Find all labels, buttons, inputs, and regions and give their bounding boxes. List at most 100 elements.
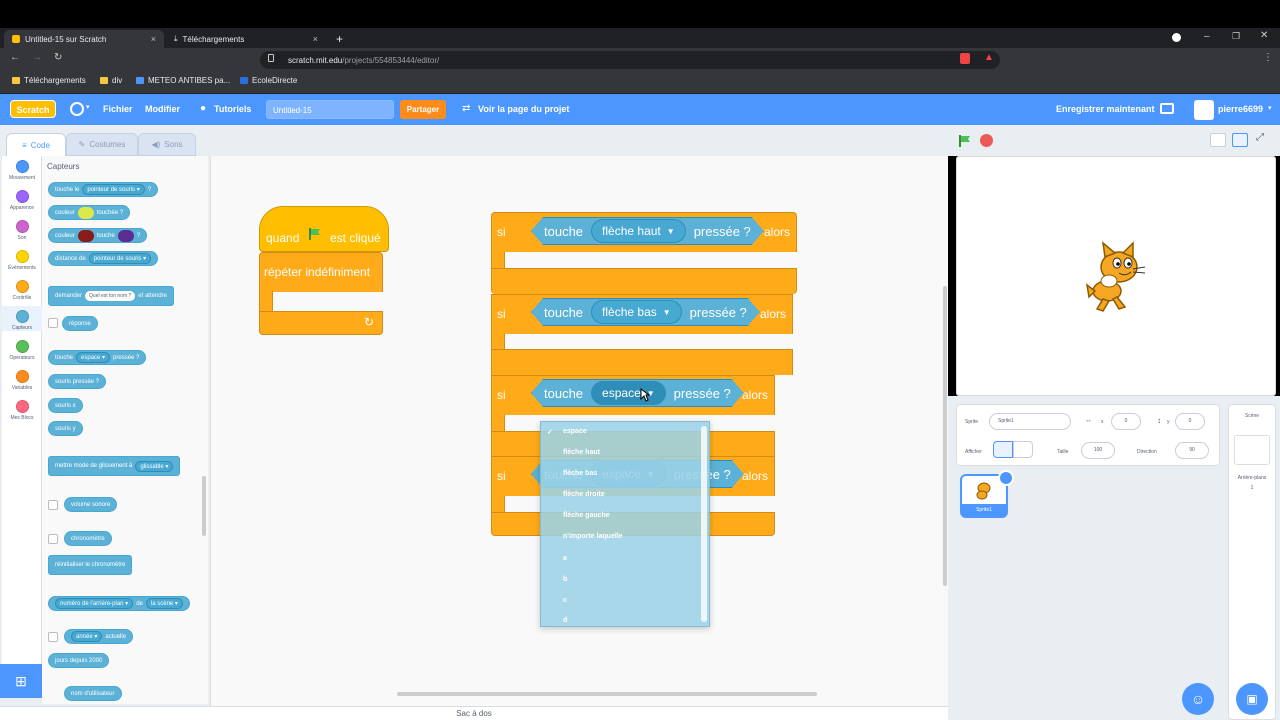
tab-costumes[interactable]: ✎ Costumes — [66, 133, 138, 156]
category-sensing[interactable]: Capteurs — [2, 306, 42, 331]
block-dropdown[interactable]: pointeur de souris ▾ — [82, 184, 145, 195]
menu-edit[interactable]: Modifier — [145, 104, 180, 114]
category-events[interactable]: Événements — [2, 250, 42, 271]
checkbox[interactable] — [48, 632, 58, 642]
large-stage-icon[interactable] — [1232, 133, 1248, 147]
size-input[interactable]: 100 — [1081, 442, 1115, 459]
color-swatch[interactable] — [117, 229, 134, 242]
key-pressed-block-2[interactable]: touche flèche bas ▼ pressée ? — [531, 298, 760, 326]
color-swatch[interactable] — [77, 229, 94, 242]
block-loudness[interactable]: volume sonore — [64, 497, 118, 512]
block-dropdown[interactable]: espace ▾ — [76, 352, 111, 363]
stage-selector[interactable]: Scène Arrière-plans 1 — [1228, 404, 1276, 720]
block-mouse-y[interactable]: souris y — [48, 421, 83, 436]
backpack-bar[interactable]: Sac à dos — [0, 706, 948, 720]
menu-file[interactable]: Fichier — [103, 104, 133, 114]
account-icon[interactable] — [1172, 33, 1181, 42]
block-reset-timer[interactable]: réinitialiser le chronomètre — [48, 555, 133, 575]
block-mouse-x[interactable]: souris x — [48, 398, 83, 413]
checkbox[interactable] — [48, 318, 58, 328]
sprite-thumbnail[interactable]: Sprite1 — [960, 470, 1014, 518]
dropdown-option[interactable]: b — [563, 576, 567, 583]
dropdown-option[interactable]: d — [563, 617, 567, 624]
close-tab-icon[interactable]: × — [151, 34, 156, 44]
category-variables[interactable]: Variables — [2, 370, 42, 391]
new-tab-button[interactable]: + — [328, 30, 348, 48]
avatar[interactable] — [1194, 100, 1214, 120]
tab-sounds[interactable]: ◀) Sons — [138, 133, 196, 156]
block-dropdown[interactable]: glissable ▾ — [135, 460, 174, 472]
maximize-icon[interactable]: ❐ — [1232, 31, 1240, 42]
my-stuff-folder-icon[interactable] — [1160, 103, 1174, 114]
see-project-button[interactable]: Voir la page du projet — [478, 104, 569, 114]
key-pressed-block-1[interactable]: touche flèche haut ▼ pressée ? — [531, 217, 764, 245]
vertical-scrollbar[interactable] — [943, 286, 947, 586]
language-globe-icon[interactable] — [70, 102, 84, 116]
choose-sprite-button[interactable]: ☺ — [1182, 683, 1214, 715]
x-input[interactable]: 0 — [1111, 413, 1141, 430]
block-key-pressed[interactable]: touche espace ▾ pressée ? — [48, 350, 147, 365]
small-stage-icon[interactable] — [1210, 133, 1226, 147]
dropdown-option[interactable]: c — [563, 597, 567, 604]
direction-input[interactable]: 90 — [1175, 442, 1209, 459]
backdrop-thumbnail[interactable] — [1234, 435, 1270, 465]
block-dropdown[interactable]: pointeur de souris ▾ — [88, 253, 152, 264]
tab-downloads[interactable]: ⤓ Téléchargements × — [166, 30, 326, 48]
block-backdrop-of[interactable]: numéro de l'arrière-plan ▾ de la scène ▾ — [48, 596, 190, 611]
block-mouse-down[interactable]: souris pressée ? — [48, 374, 107, 389]
color-swatch[interactable] — [77, 206, 94, 219]
tab-code[interactable]: ≡ Code — [6, 133, 66, 156]
forward-icon[interactable]: → — [32, 52, 42, 63]
dropdown-option[interactable]: flèche droite — [563, 491, 605, 498]
dropdown-option[interactable]: flèche haut — [563, 449, 600, 456]
block-distance[interactable]: distance de pointeur de souris ▾ — [48, 251, 159, 266]
show-eye-icon[interactable] — [993, 441, 1013, 458]
stage-canvas[interactable] — [956, 156, 1276, 396]
block-color-touching-color[interactable]: couleur touche? — [48, 228, 148, 243]
minimize-icon[interactable]: – — [1204, 31, 1210, 42]
block-ask[interactable]: demander Quel est ton nom ? et attendre — [48, 286, 174, 306]
bookmark-meteo[interactable]: METEO ANTIBES pa... — [136, 76, 230, 85]
choose-backdrop-button[interactable]: ▣ — [1236, 683, 1268, 715]
bookmark-div[interactable]: div — [100, 76, 122, 85]
bookmark-ecoledirecte[interactable]: EcoleDirecte — [240, 76, 297, 85]
save-now-button[interactable]: Enregistrer maintenant — [1056, 104, 1155, 114]
stop-icon[interactable] — [980, 134, 993, 147]
sprite-name-input[interactable]: Sprite1 — [989, 413, 1071, 430]
category-control[interactable]: Contrôle — [2, 280, 42, 301]
checkbox[interactable] — [48, 500, 58, 510]
category-motion[interactable]: Mouvement — [2, 160, 42, 181]
username-menu[interactable]: pierre6699 — [1218, 104, 1263, 114]
key-dropdown-3[interactable]: espace ▼ — [591, 381, 666, 405]
block-username[interactable]: nom d'utilisateur — [64, 686, 122, 701]
dropdown-option[interactable]: flèche bas — [563, 470, 597, 477]
block-input[interactable]: Quel est ton nom ? — [85, 291, 136, 301]
forever-block[interactable]: répéter indéfiniment — [259, 252, 383, 292]
palette-scrollbar[interactable] — [202, 476, 206, 536]
category-sound[interactable]: Son — [2, 220, 42, 241]
dropdown-scrollbar[interactable] — [701, 426, 707, 622]
key-pressed-block-3[interactable]: touche espace ▼ pressée ? — [531, 379, 744, 407]
tab-scratch[interactable]: Untitled-15 sur Scratch × — [4, 30, 164, 48]
extension-icon[interactable] — [960, 53, 970, 64]
key-dropdown-2[interactable]: flèche bas ▼ — [591, 300, 682, 324]
scratch-logo[interactable]: Scratch — [10, 100, 56, 118]
url-field[interactable]: scratch.mit.edu/projects/554853444/edito… — [260, 51, 1000, 69]
fullscreen-icon[interactable]: ⤢ — [1256, 132, 1264, 143]
block-timer[interactable]: chronomètre — [64, 531, 112, 546]
block-days-since[interactable]: jours depuis 2000 — [48, 653, 110, 668]
close-window-icon[interactable]: ✕ — [1260, 30, 1268, 41]
block-answer[interactable]: réponse — [62, 316, 98, 331]
block-dropdown[interactable]: la scène ▾ — [145, 598, 183, 609]
y-input[interactable]: 0 — [1175, 413, 1205, 430]
bookmark-downloads[interactable]: Téléchargements — [12, 76, 86, 85]
block-touching-color[interactable]: couleur touchée ? — [48, 205, 131, 220]
block-dropdown[interactable]: année ▾ — [71, 631, 103, 642]
menu-tutorials[interactable]: Tutoriels — [214, 104, 251, 114]
category-operators[interactable]: Opérateurs — [2, 340, 42, 361]
category-my-blocks[interactable]: Mes Blocs — [2, 400, 42, 421]
block-touching[interactable]: touche le pointeur de souris ▾? — [48, 182, 159, 197]
delete-sprite-icon[interactable] — [998, 470, 1014, 486]
project-title-input[interactable]: Untitled-15 — [266, 100, 394, 119]
checkbox[interactable] — [48, 534, 58, 544]
